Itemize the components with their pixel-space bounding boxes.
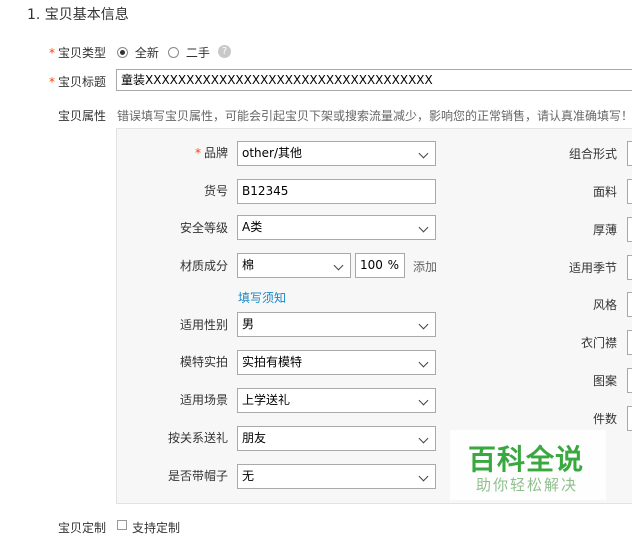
item-title-label: * 宝贝标题 — [48, 75, 106, 89]
radio-new[interactable]: 全新 — [117, 44, 159, 61]
chevron-down-icon — [418, 357, 429, 368]
item-no-label: 货号 — [203, 184, 228, 198]
right-attr-select[interactable] — [627, 368, 632, 393]
brand-label: * 品牌 — [194, 146, 228, 160]
radio-used[interactable]: 二手 — [168, 44, 210, 61]
right-attr-label: 衣门襟 — [580, 336, 617, 350]
chevron-down-icon — [418, 148, 429, 159]
item-type-label: * 宝贝类型 — [48, 46, 106, 60]
material-select[interactable]: 棉 — [237, 253, 351, 278]
model-photo-select[interactable]: 实拍有模特 — [237, 350, 436, 375]
right-attr-label: 图案 — [592, 374, 617, 388]
brand-select[interactable]: other/其他 — [237, 141, 436, 166]
radio-new-label: 全新 — [134, 46, 159, 60]
radio-new-indicator[interactable] — [117, 47, 128, 58]
right-attr-label: 件数 — [592, 412, 617, 426]
hat-label: 是否带帽子 — [167, 469, 228, 483]
custom-checkbox[interactable] — [117, 520, 127, 530]
right-attr-select[interactable] — [627, 179, 632, 204]
add-material-link[interactable]: 添加 — [413, 258, 437, 275]
safety-select[interactable]: A类 — [237, 215, 436, 240]
chevron-down-icon — [418, 471, 429, 482]
watermark-subtitle: 助你轻松解决 — [476, 476, 579, 494]
chevron-down-icon — [333, 260, 344, 271]
chevron-down-icon — [418, 395, 429, 406]
radio-used-indicator[interactable] — [168, 47, 179, 58]
model-photo-label: 模特实拍 — [179, 355, 228, 369]
right-attr-label: 厚薄 — [592, 223, 617, 237]
notice-link[interactable]: 填写须知 — [238, 289, 286, 306]
scene-label: 适用场景 — [179, 393, 228, 407]
chevron-down-icon — [418, 319, 429, 330]
hat-select[interactable]: 无 — [237, 464, 436, 489]
right-attr-select[interactable] — [627, 330, 632, 355]
right-attr-label: 组合形式 — [568, 147, 617, 161]
radio-used-label: 二手 — [185, 46, 210, 60]
custom-checkbox-label: 支持定制 — [132, 521, 181, 535]
right-attr-select[interactable] — [627, 255, 632, 280]
help-icon[interactable]: ? — [218, 45, 231, 58]
chevron-down-icon — [418, 433, 429, 444]
right-attr-select[interactable] — [627, 141, 632, 166]
right-attr-label: 面料 — [592, 185, 617, 199]
gender-select[interactable]: 男 — [237, 312, 436, 337]
right-attr-select[interactable] — [627, 406, 632, 431]
section-title: 1. 宝贝基本信息 — [27, 7, 129, 23]
chevron-down-icon — [418, 222, 429, 233]
attributes-warning: 错误填写宝贝属性，可能会引起宝贝下架或搜索流量减少，影响您的正常销售，请认真准确… — [117, 109, 632, 123]
item-title-input[interactable]: 童装XXXXXXXXXXXXXXXXXXXXXXXXXXXXXXXXXXX — [116, 69, 632, 91]
item-attributes-label: 宝贝属性 — [57, 109, 106, 123]
scene-select[interactable]: 上学送礼 — [237, 388, 436, 413]
custom-label: 宝贝定制 — [57, 521, 106, 535]
safety-label: 安全等级 — [179, 221, 228, 235]
relation-select[interactable]: 朋友 — [237, 426, 436, 451]
watermark-title: 百科全说 — [468, 443, 585, 476]
gender-label: 适用性别 — [179, 318, 228, 332]
right-attr-label: 适用季节 — [568, 261, 617, 275]
right-attr-select[interactable] — [627, 217, 632, 242]
relation-label: 按关系送礼 — [167, 431, 228, 445]
material-label: 材质成分 — [179, 259, 228, 273]
item-no-input[interactable]: B12345 — [237, 179, 436, 204]
right-attr-select[interactable] — [627, 292, 632, 317]
material-percent-input[interactable]: 100% — [355, 253, 405, 278]
right-attr-label: 风格 — [592, 298, 617, 312]
